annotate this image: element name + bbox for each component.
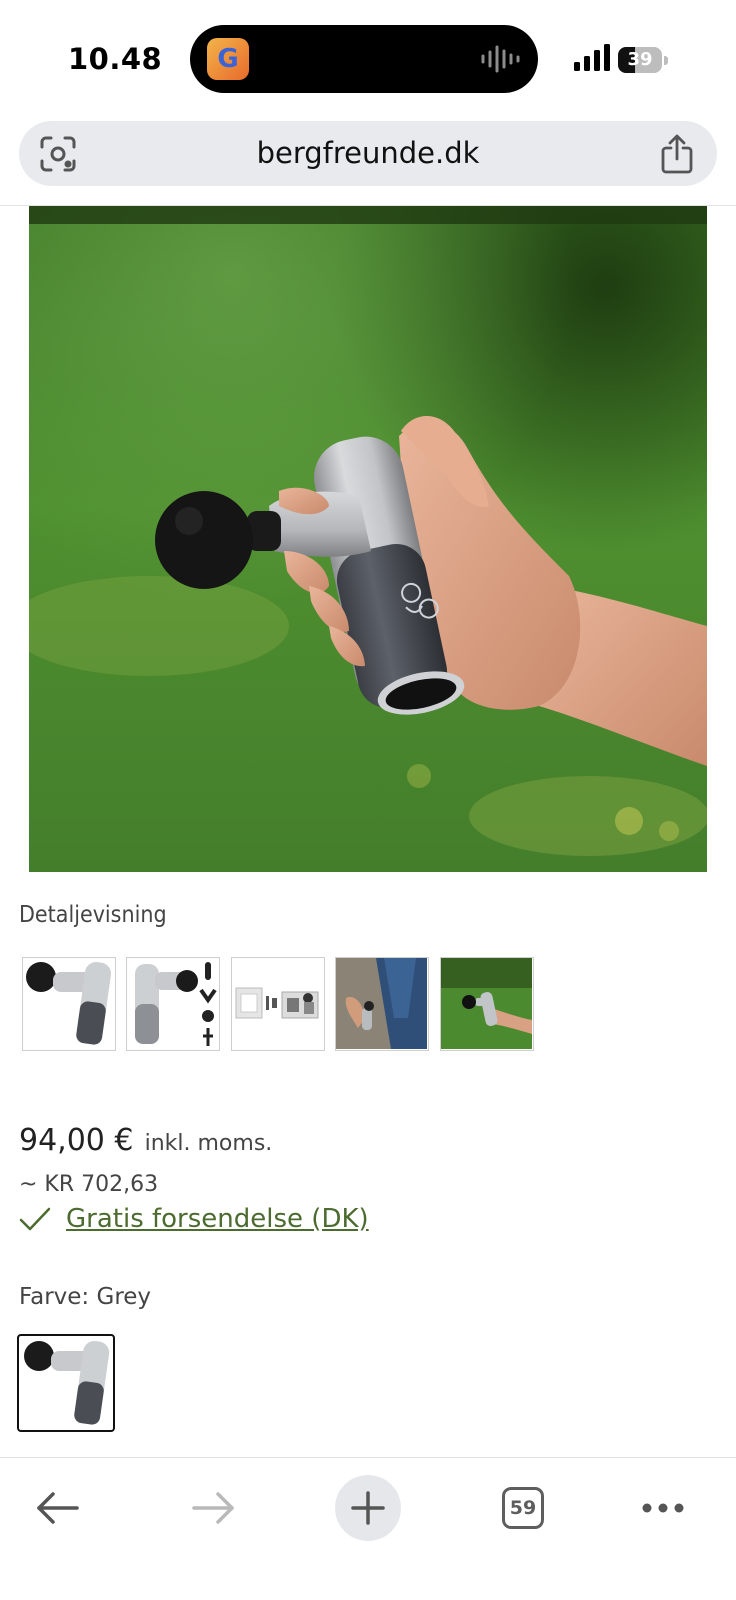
browser-toolbar: 59 — [0, 1457, 736, 1600]
color-swatch-grey[interactable] — [17, 1334, 115, 1432]
dynamic-island[interactable]: G — [190, 25, 538, 93]
forward-button[interactable] — [180, 1475, 246, 1541]
plus-icon — [351, 1491, 385, 1525]
forward-arrow-icon — [192, 1492, 234, 1524]
check-icon — [19, 1207, 51, 1231]
app-icon: G — [207, 38, 249, 80]
color-label: Farve: Grey — [19, 1284, 152, 1310]
product-photo — [29, 206, 707, 872]
new-tab-button[interactable] — [335, 1475, 401, 1541]
tabs-icon: 59 — [502, 1487, 544, 1529]
thumbnail-product-attachments[interactable] — [126, 957, 220, 1051]
more-button[interactable] — [630, 1475, 696, 1541]
free-shipping-link[interactable]: Gratis forsendelse (DK) — [66, 1204, 369, 1234]
thumbnail-product-grey[interactable] — [22, 957, 116, 1051]
price-row: 94,00 € inkl. moms. — [19, 1123, 272, 1158]
status-bar: 10.48 G 39 — [0, 0, 736, 112]
tabs-button[interactable]: 59 — [490, 1475, 556, 1541]
product-price: 94,00 € — [19, 1123, 134, 1158]
back-arrow-icon — [37, 1492, 79, 1524]
approx-local-price: ~ KR 702,63 — [19, 1172, 159, 1197]
back-button[interactable] — [25, 1475, 91, 1541]
more-icon — [642, 1503, 684, 1513]
app-icon-letter: G — [217, 44, 239, 74]
url-text[interactable]: bergfreunde.dk — [19, 121, 717, 186]
audio-wave-icon — [481, 45, 520, 73]
vat-label: inkl. moms. — [144, 1131, 273, 1156]
thumbnail-hand-outdoor[interactable] — [440, 957, 534, 1051]
battery-level: 39 — [627, 49, 653, 70]
share-icon[interactable] — [659, 134, 695, 174]
battery-icon: 39 — [618, 47, 668, 73]
thumbnail-leg-massage[interactable] — [335, 957, 429, 1051]
status-time: 10.48 — [68, 42, 163, 76]
thumbnail-product-box[interactable] — [231, 957, 325, 1051]
product-main-image[interactable] — [29, 206, 707, 872]
detail-view-label: Detaljevisning — [19, 902, 167, 928]
address-bar[interactable]: bergfreunde.dk — [19, 121, 717, 186]
cellular-signal-icon — [574, 44, 610, 71]
